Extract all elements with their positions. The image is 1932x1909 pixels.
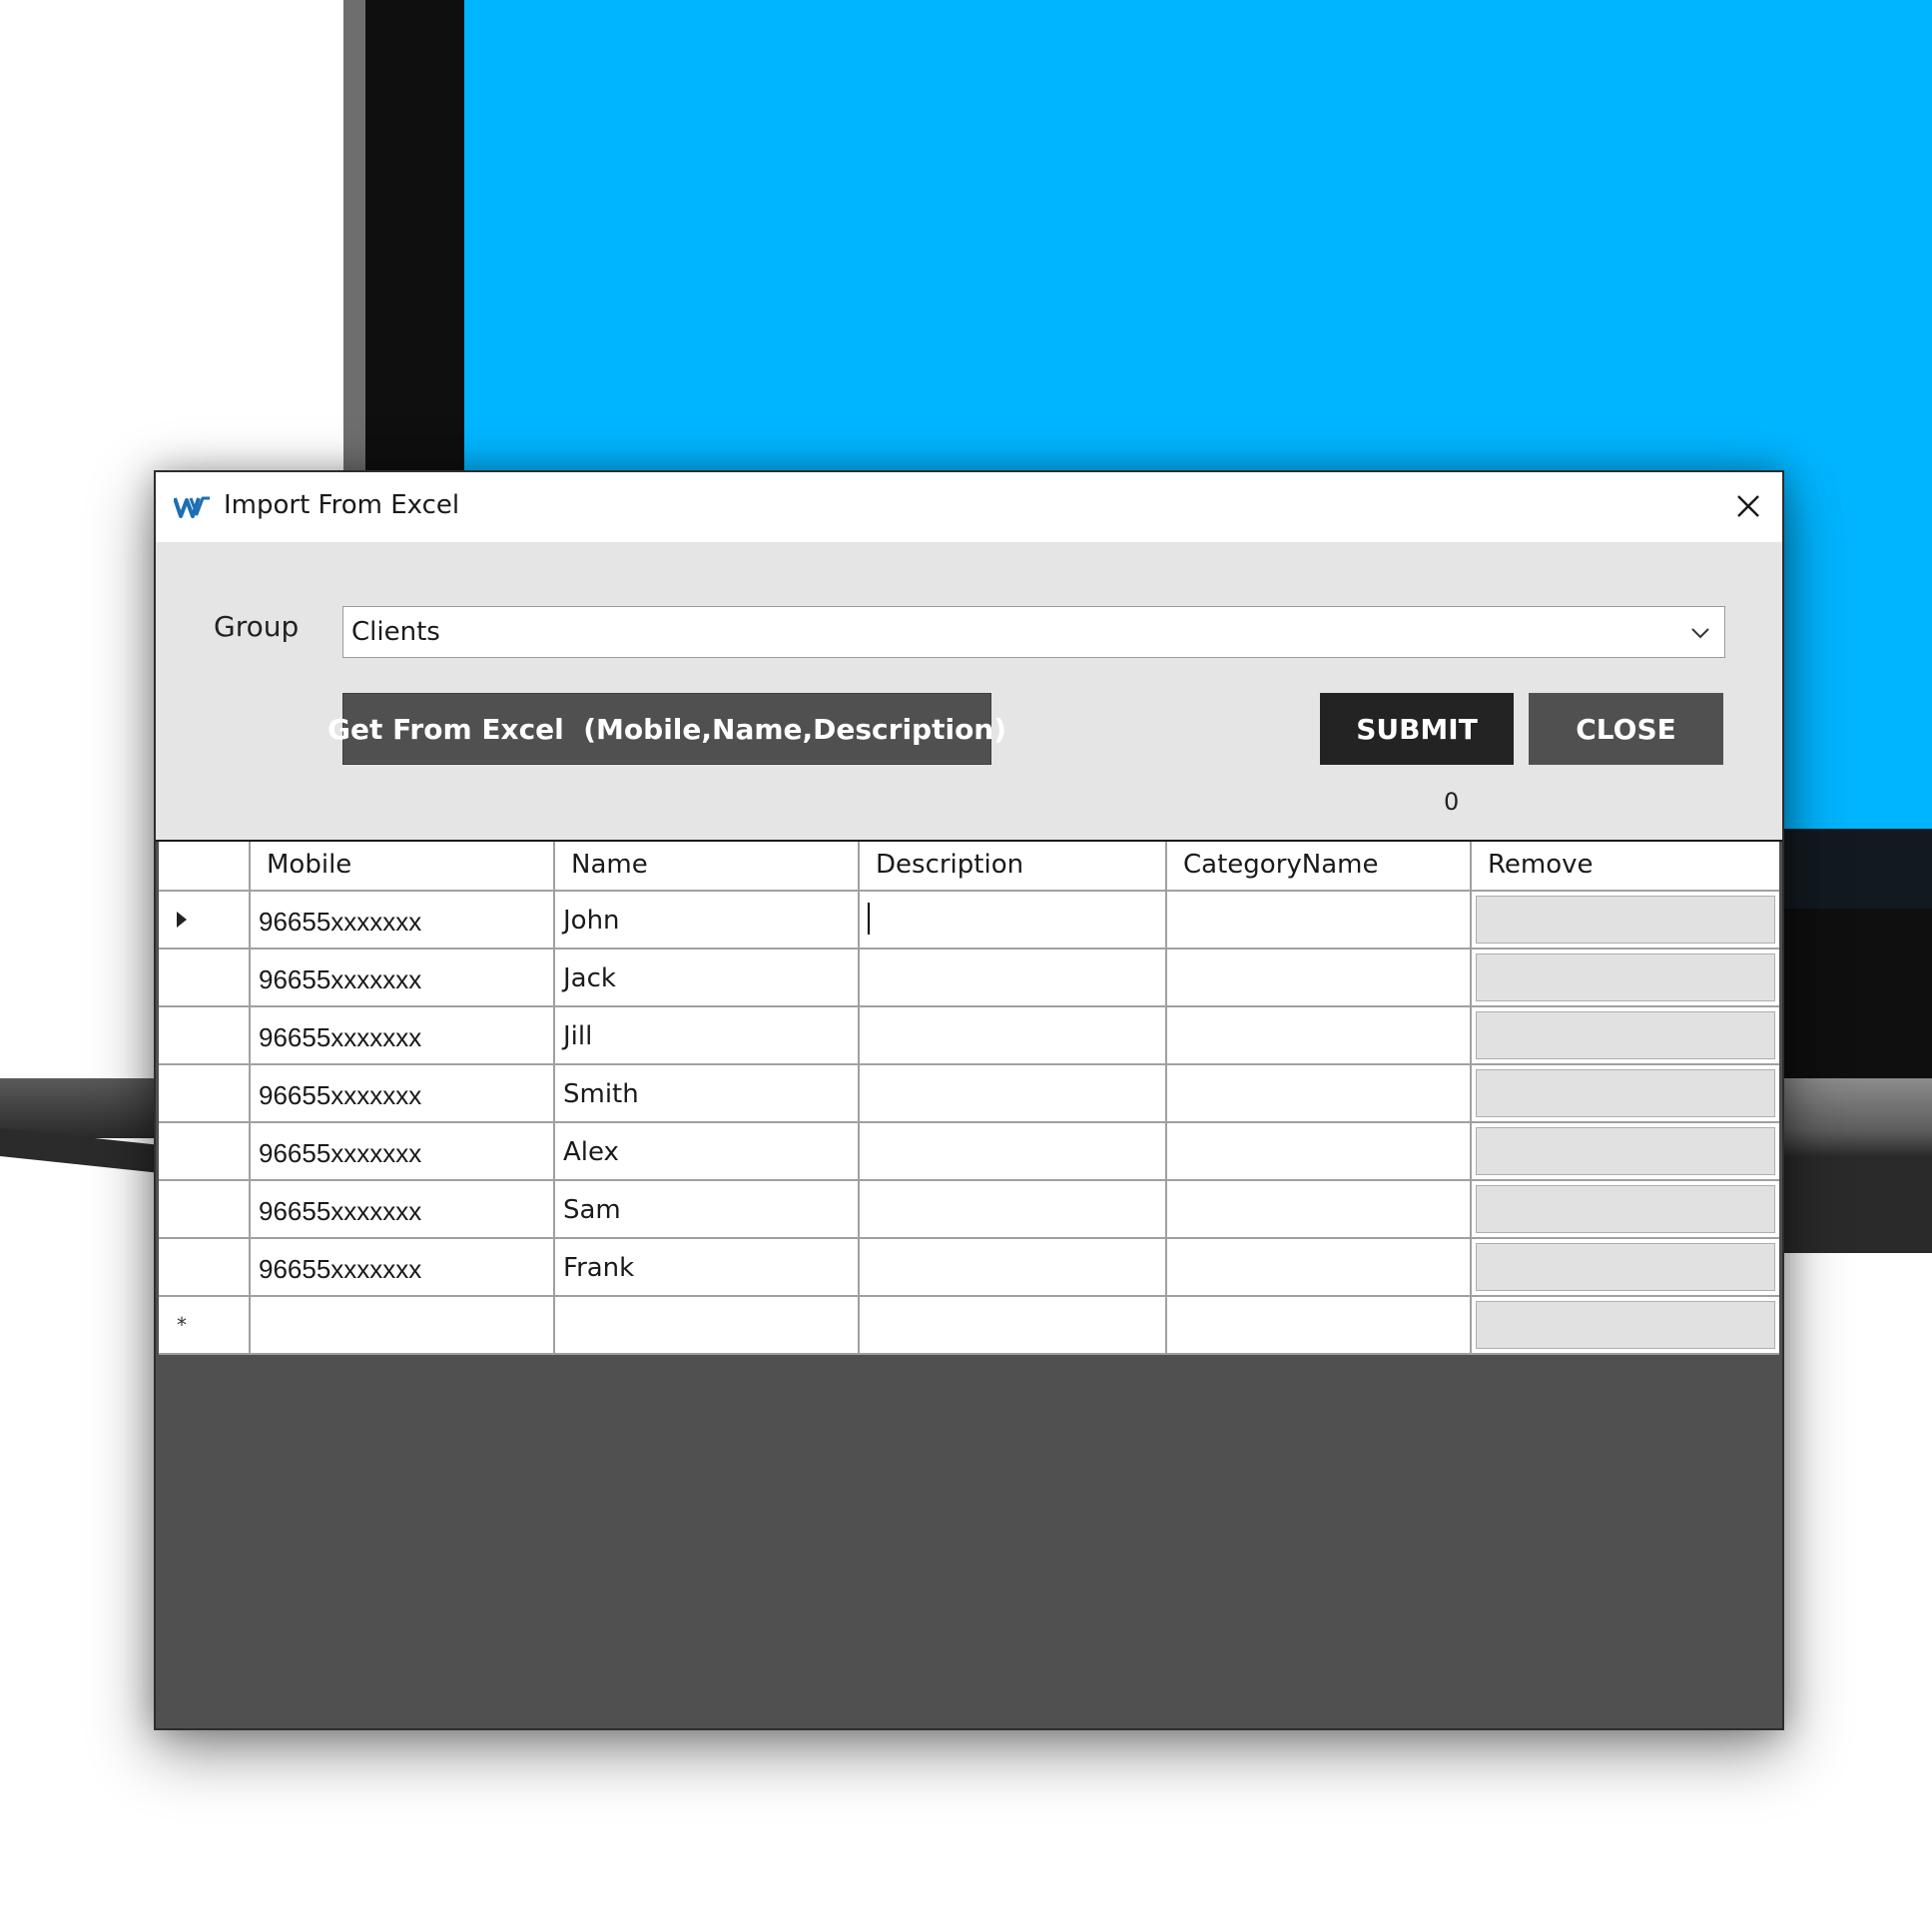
- remove-row-button[interactable]: [1476, 1069, 1775, 1117]
- cell-description[interactable]: [860, 1007, 1167, 1065]
- cell-category-name[interactable]: [1167, 1065, 1472, 1123]
- cell-description[interactable]: [860, 1297, 1167, 1355]
- column-header-mobile[interactable]: Mobile: [251, 842, 555, 892]
- cell-mobile[interactable]: 96655xxxxxxx: [251, 1065, 555, 1123]
- group-dropdown-value: Clients: [351, 617, 440, 647]
- remove-row-button[interactable]: [1476, 1301, 1775, 1349]
- chevron-down-icon: [1691, 628, 1709, 639]
- close-icon[interactable]: [1726, 484, 1770, 528]
- cell-description[interactable]: [860, 1123, 1167, 1181]
- new-row-marker: *: [159, 1297, 251, 1355]
- cell-description[interactable]: [860, 1181, 1167, 1239]
- table-row[interactable]: 96655xxxxxxx John: [159, 892, 1779, 950]
- row-header[interactable]: [159, 1007, 251, 1065]
- grid-header-row: Mobile Name Description CategoryName Rem…: [159, 842, 1779, 892]
- cell-name[interactable]: Alex: [555, 1123, 860, 1181]
- cell-mobile[interactable]: 96655xxxxxxx: [251, 1181, 555, 1239]
- cell-mobile[interactable]: 96655xxxxxxx: [251, 950, 555, 1007]
- new-row[interactable]: *: [159, 1297, 1779, 1355]
- column-header-description[interactable]: Description: [860, 842, 1167, 892]
- cell-category-name[interactable]: [1167, 892, 1472, 950]
- data-grid: Mobile Name Description CategoryName Rem…: [159, 842, 1779, 1355]
- record-counter: 0: [1444, 788, 1460, 816]
- window-title: Import From Excel: [224, 490, 460, 520]
- group-label: Group: [214, 610, 300, 643]
- remove-row-button[interactable]: [1476, 954, 1775, 1001]
- group-dropdown[interactable]: Clients: [342, 606, 1725, 658]
- cell-name[interactable]: Jill: [555, 1007, 860, 1065]
- data-grid-area: Mobile Name Description CategoryName Rem…: [156, 840, 1782, 1728]
- row-header[interactable]: [159, 892, 251, 950]
- cell-name[interactable]: Smith: [555, 1065, 860, 1123]
- cell-remove: [1472, 1065, 1779, 1123]
- table-row[interactable]: 96655xxxxxxx Frank: [159, 1239, 1779, 1297]
- cell-name[interactable]: Jack: [555, 950, 860, 1007]
- remove-row-button[interactable]: [1476, 1185, 1775, 1233]
- row-header[interactable]: [159, 1065, 251, 1123]
- cell-mobile[interactable]: [251, 1297, 555, 1355]
- cell-description[interactable]: [860, 1065, 1167, 1123]
- current-row-arrow-icon: [177, 912, 187, 928]
- get-from-excel-button[interactable]: Get From Excel (Mobile,Name,Description): [327, 693, 1006, 765]
- cell-description[interactable]: [860, 950, 1167, 1007]
- cell-name[interactable]: Frank: [555, 1239, 860, 1297]
- cell-remove: [1472, 892, 1779, 950]
- cell-remove: [1472, 1123, 1779, 1181]
- cell-category-name[interactable]: [1167, 1123, 1472, 1181]
- table-row[interactable]: 96655xxxxxxx Alex: [159, 1123, 1779, 1181]
- row-header[interactable]: [159, 1181, 251, 1239]
- table-row[interactable]: 96655xxxxxxx Jill: [159, 1007, 1779, 1065]
- cell-category-name[interactable]: [1167, 1181, 1472, 1239]
- cell-remove: [1472, 1007, 1779, 1065]
- close-button[interactable]: CLOSE: [1529, 693, 1723, 765]
- import-from-excel-dialog: Import From Excel Group Clients Get From…: [154, 470, 1784, 1730]
- cell-name[interactable]: John: [555, 892, 860, 950]
- cell-category-name[interactable]: [1167, 950, 1472, 1007]
- cell-name[interactable]: Sam: [555, 1181, 860, 1239]
- cell-mobile[interactable]: 96655xxxxxxx: [251, 1239, 555, 1297]
- background-monitor-strip: [1777, 829, 1932, 909]
- ww-logo-icon: [174, 496, 210, 518]
- cell-description[interactable]: [860, 1239, 1167, 1297]
- remove-row-button[interactable]: [1476, 1127, 1775, 1175]
- remove-row-button[interactable]: [1476, 1011, 1775, 1059]
- background-stand-right: [1782, 1078, 1932, 1253]
- row-header[interactable]: [159, 950, 251, 1007]
- submit-button[interactable]: SUBMIT: [1320, 693, 1514, 765]
- title-bar[interactable]: Import From Excel: [156, 472, 1782, 542]
- row-header[interactable]: [159, 1239, 251, 1297]
- cell-remove: [1472, 950, 1779, 1007]
- table-row[interactable]: 96655xxxxxxx Jack: [159, 950, 1779, 1007]
- cell-remove: [1472, 1181, 1779, 1239]
- cell-remove: [1472, 1297, 1779, 1355]
- cell-name[interactable]: [555, 1297, 860, 1355]
- cell-category-name[interactable]: [1167, 1007, 1472, 1065]
- column-header-remove[interactable]: Remove: [1472, 842, 1779, 892]
- text-caret: [868, 903, 870, 935]
- cell-description[interactable]: [860, 892, 1167, 950]
- table-row[interactable]: 96655xxxxxxx Sam: [159, 1181, 1779, 1239]
- cell-category-name[interactable]: [1167, 1239, 1472, 1297]
- remove-row-button[interactable]: [1476, 1243, 1775, 1291]
- background-stand-left: [0, 1078, 160, 1138]
- column-header-category-name[interactable]: CategoryName: [1167, 842, 1472, 892]
- row-header-corner: [159, 842, 251, 892]
- remove-row-button[interactable]: [1476, 896, 1775, 944]
- cell-mobile[interactable]: 96655xxxxxxx: [251, 1123, 555, 1181]
- background-stand-curve: [0, 1128, 160, 1265]
- cell-mobile[interactable]: 96655xxxxxxx: [251, 1007, 555, 1065]
- cell-mobile[interactable]: 96655xxxxxxx: [251, 892, 555, 950]
- cell-remove: [1472, 1239, 1779, 1297]
- row-header[interactable]: [159, 1123, 251, 1181]
- column-header-name[interactable]: Name: [555, 842, 860, 892]
- cell-category-name[interactable]: [1167, 1297, 1472, 1355]
- table-row[interactable]: 96655xxxxxxx Smith: [159, 1065, 1779, 1123]
